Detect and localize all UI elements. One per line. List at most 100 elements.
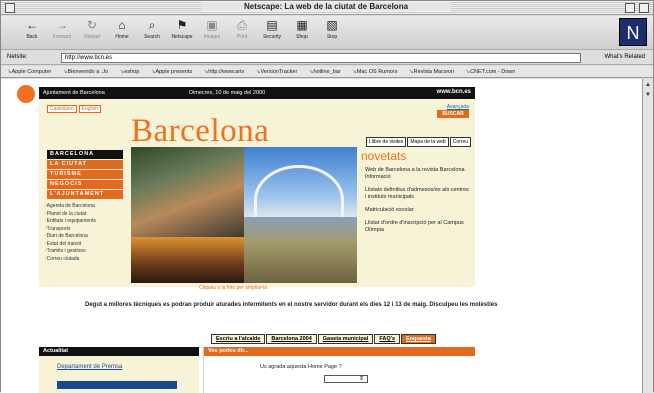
side-link[interactable]: Tramits i gestions	[45, 248, 96, 256]
sitemap-link[interactable]: Mapa de la web	[407, 137, 449, 147]
header-org: Ajuntament de Barcelona	[43, 90, 105, 96]
side-link[interactable]: Planol de la ciutat	[45, 211, 96, 219]
netscape-button[interactable]: ⚑ Netscape	[169, 18, 195, 48]
news-panel: novetats Web de Barcelona a la revista B…	[361, 149, 471, 240]
tab-alcalde[interactable]: Escriu a l'alcalde	[211, 334, 266, 344]
search-button[interactable]: ⌕ Search	[139, 18, 165, 48]
home-icon: ⌂	[118, 18, 126, 32]
bookmark-item[interactable]: Revista Macwori	[409, 69, 454, 75]
scroll-up-icon[interactable]: ▲	[644, 81, 652, 89]
bottom-tabs: Escriu a l'alcalde Barcelona 2004 Gaseta m…	[211, 334, 437, 344]
ajuntament-logo-icon[interactable]	[17, 85, 35, 103]
lang-english[interactable]: English	[78, 105, 102, 113]
security-button[interactable]: ▤ Security	[259, 18, 285, 48]
scroll-down-icon[interactable]: ▼	[644, 91, 652, 99]
language-switch: Castellano English	[47, 105, 103, 113]
collapse-box[interactable]	[639, 3, 649, 13]
poll-question: Us agrada aquesta Home Page ?	[260, 364, 342, 370]
side-links: Agenda de Barcelona Planol de la ciutat …	[45, 203, 96, 263]
reload-button[interactable]: ↻ Reload	[79, 18, 105, 48]
top-links: Llibre de visites Mapa de la web Correu	[365, 137, 471, 147]
reload-icon: ↻	[86, 18, 98, 32]
guestbook-link[interactable]: Llibre de visites	[365, 137, 407, 147]
side-link[interactable]: Diari de Barcelona	[45, 233, 96, 241]
close-box[interactable]	[5, 3, 15, 13]
photo-bridge	[244, 147, 357, 235]
zoom-box[interactable]	[625, 3, 635, 13]
bookmark-item[interactable]: hotline_bar	[309, 69, 340, 75]
page-content: Ajuntament de Barcelona Dimecres, 10 de …	[1, 79, 642, 393]
photo-sunset	[131, 237, 244, 283]
bookmark-item[interactable]: Apple presents	[151, 69, 192, 75]
news-box-title: Actualitat	[39, 347, 199, 356]
news-item[interactable]: Llistats definitius d'admesos/es als cen…	[361, 187, 471, 201]
tab-gaseta[interactable]: Gaseta municipal	[317, 334, 374, 344]
url-input[interactable]: http://www.bcn.es	[61, 53, 581, 63]
side-link[interactable]: Estat del transit	[45, 241, 96, 249]
tab-barcelona-2004[interactable]: Barcelona 2004	[266, 334, 317, 344]
location-label: Netsite:	[7, 54, 28, 60]
personal-toolbar: Apple Computer Bienvenido a .Jo eshop Ap…	[1, 66, 653, 78]
menu-barcelona[interactable]: BARCELONA	[47, 150, 123, 159]
stop-button[interactable]: ▧ Stop	[319, 18, 345, 48]
shop-icon: ▦	[296, 18, 308, 32]
forward-arrow-icon: →	[56, 18, 68, 32]
netscape-icon: ⚑	[176, 18, 188, 32]
vertical-scrollbar[interactable]: ▲ ▼	[642, 79, 653, 393]
bcn-page: Ajuntament de Barcelona Dimecres, 10 de …	[17, 85, 475, 291]
photo-people	[131, 147, 244, 237]
menu-negocis[interactable]: NEGOCIS	[47, 180, 123, 189]
title-bar[interactable]: Netscape: La web de la ciutat de Barcelo…	[1, 1, 653, 15]
side-link[interactable]: Correu ciutada	[45, 256, 96, 264]
images-button[interactable]: ▣ Images	[199, 18, 225, 48]
back-button[interactable]: ← Back	[19, 18, 45, 48]
side-link[interactable]: Entitats i equipaments	[45, 218, 96, 226]
browser-window: Netscape: La web de la ciutat de Barcelo…	[0, 0, 654, 393]
side-link[interactable]: Transports	[45, 226, 96, 234]
search-icon: ⌕	[148, 18, 156, 32]
bookmark-item[interactable]: VersionTracker	[256, 69, 298, 75]
whats-related-button[interactable]: What's Related	[605, 54, 646, 60]
photo-cityscape	[244, 217, 357, 283]
bookmark-item[interactable]: CNET.com - Down	[465, 69, 515, 75]
bookmark-item[interactable]: http://www.artv	[204, 69, 244, 75]
news-box: Actualitat Departament de Premsa	[39, 347, 199, 393]
tab-enquesta[interactable]: Enquesta	[401, 334, 436, 344]
bookmark-item[interactable]: Bienvenido a .Jo	[63, 69, 109, 75]
side-menu: BARCELONA LA CIUTAT TURISME NEGOCIS L'AJ…	[47, 150, 123, 200]
bookmark-item[interactable]: Mac OS Rumors	[352, 69, 398, 75]
stop-icon: ▧	[326, 18, 338, 32]
lock-icon: ▤	[266, 18, 278, 32]
news-item[interactable]: Matriculació escolar	[361, 207, 471, 214]
news-item[interactable]: Llistat d'ordre d'inscripció per al Camp…	[361, 220, 471, 234]
menu-ajuntament[interactable]: L'AJUNTAMENT	[47, 190, 123, 199]
poll-title: Vos podeu dir...	[204, 347, 475, 356]
poll-select[interactable]: ⇕	[324, 375, 368, 383]
bookmark-item[interactable]: eshop	[120, 69, 139, 75]
netscape-logo-icon[interactable]: N	[619, 18, 647, 46]
header-date: Dimecres, 10 de maig del 2000	[189, 90, 266, 96]
back-arrow-icon: ←	[26, 18, 38, 32]
press-dept-link[interactable]: Departament de Premsa	[57, 364, 199, 370]
images-icon: ▣	[206, 18, 218, 32]
shop-button[interactable]: ▦ Shop	[289, 18, 315, 48]
forward-button[interactable]: → Forward	[49, 18, 75, 48]
bookmark-item[interactable]: Apple Computer	[7, 69, 52, 75]
lang-castellano[interactable]: Castellano	[47, 105, 77, 113]
news-item[interactable]: Web de Barcelona a la revista Barcelona …	[361, 167, 471, 181]
poll-box: Vos podeu dir... Us agrada aquesta Home …	[203, 347, 475, 393]
page-title: Barcelona	[131, 113, 270, 149]
print-button[interactable]: ⎙ Print	[229, 18, 255, 48]
menu-turisme[interactable]: TURISME	[47, 170, 123, 179]
search-button[interactable]: BUSCAR	[437, 110, 469, 118]
window-title: Netscape: La web de la ciutat de Barcelo…	[201, 2, 451, 11]
side-link[interactable]: Agenda de Barcelona	[45, 203, 96, 211]
location-bar: Netsite: http://www.bcn.es What's Relate…	[1, 51, 653, 65]
news-title: novetats	[361, 149, 407, 163]
menu-la-ciutat[interactable]: LA CIUTAT	[47, 160, 123, 169]
news-banner[interactable]	[57, 381, 177, 389]
home-button[interactable]: ⌂ Home	[109, 18, 135, 48]
tab-faqs[interactable]: FAQ's	[374, 334, 401, 344]
mail-link[interactable]: Correu	[449, 137, 471, 147]
city-photo-collage[interactable]	[131, 147, 357, 283]
